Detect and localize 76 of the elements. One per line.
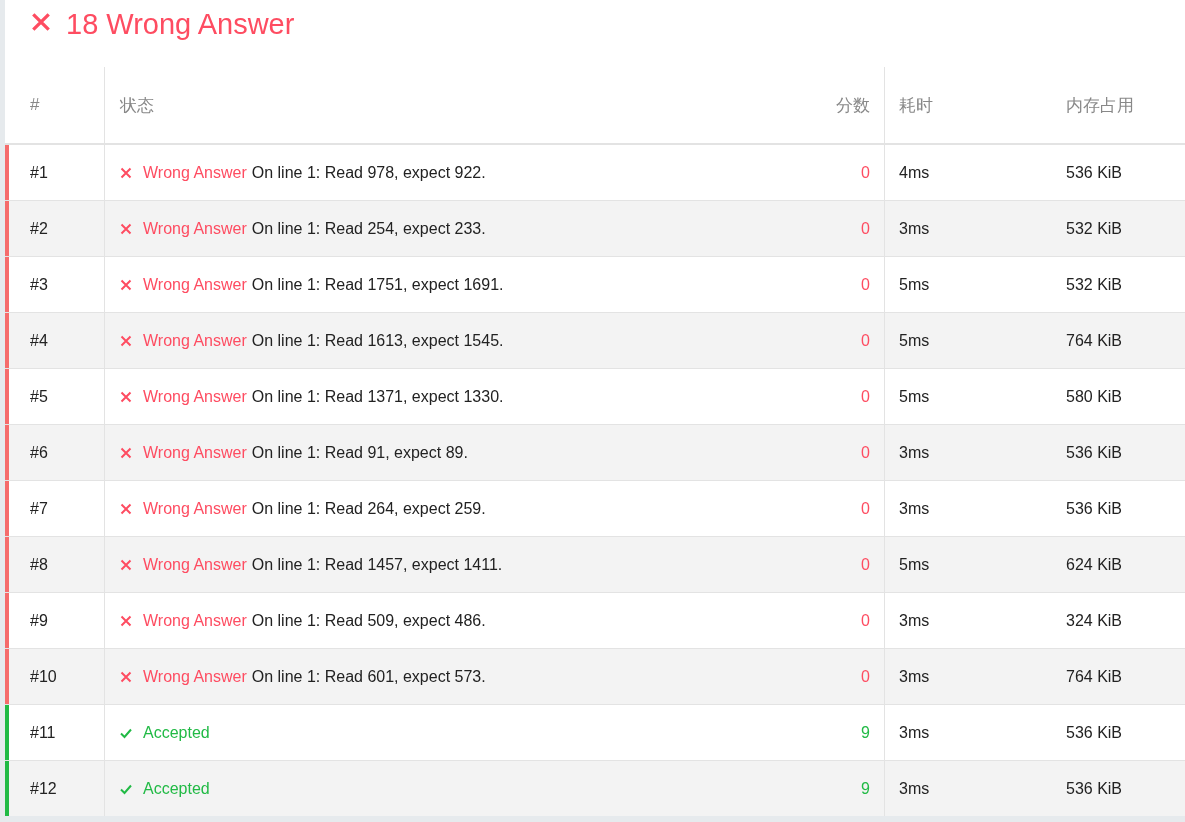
status-text: Wrong Answer — [143, 163, 247, 182]
test-number-cell: #8 — [5, 537, 104, 592]
status-text: Wrong Answer — [143, 387, 247, 406]
status-detail: On line 1: Read 978, expect 922. — [251, 163, 486, 182]
memory-text: 536 KiB — [1066, 163, 1123, 182]
memory-text: 536 KiB — [1066, 723, 1123, 742]
score-text: 0 — [861, 611, 870, 630]
status-text: Accepted — [143, 723, 210, 742]
time-text: 5ms — [899, 387, 930, 406]
status-text: Accepted — [143, 779, 210, 798]
status-detail: On line 1: Read 1751, expect 1691. — [251, 275, 504, 294]
column-header: # — [30, 95, 40, 115]
status-detail: On line 1: Read 1457, expect 1411. — [251, 555, 503, 574]
time-text: 5ms — [899, 555, 930, 574]
test-number-cell: #6 — [5, 425, 104, 480]
score-text: 0 — [861, 331, 870, 350]
status-text: Wrong Answer — [143, 667, 247, 686]
test-number-cell: #5 — [5, 369, 104, 424]
column-header: 分数 — [836, 94, 870, 117]
score-text: 0 — [861, 499, 870, 518]
test-number-cell: #11 — [5, 705, 104, 760]
status-text: Wrong Answer — [143, 611, 247, 630]
memory-text: 764 KiB — [1066, 331, 1123, 350]
test-number-cell: #1 — [5, 145, 104, 200]
memory-text: 324 KiB — [1066, 611, 1123, 630]
time-text: 5ms — [899, 331, 930, 350]
time-text: 3ms — [899, 667, 930, 686]
memory-text: 764 KiB — [1066, 667, 1123, 686]
status-detail: On line 1: Read 264, expect 259. — [251, 499, 486, 518]
time-text: 3ms — [899, 779, 930, 798]
status-detail: On line 1: Read 1613, expect 1545. — [251, 331, 504, 350]
test-number-cell: #10 — [5, 649, 104, 704]
status-detail: On line 1: Read 1371, expect 1330. — [251, 387, 504, 406]
memory-text: 536 KiB — [1066, 779, 1123, 798]
score-text: 0 — [861, 387, 870, 406]
status-text: Wrong Answer — [143, 275, 247, 294]
score-text: 0 — [861, 555, 870, 574]
memory-text: 580 KiB — [1066, 387, 1123, 406]
time-text: 5ms — [899, 275, 930, 294]
test-number-cell: #2 — [5, 201, 104, 256]
time-text: 3ms — [899, 499, 930, 518]
memory-text: 624 KiB — [1066, 555, 1123, 574]
column-header: 状态 — [120, 94, 154, 117]
test-number-cell: #12 — [5, 761, 104, 816]
time-text: 3ms — [899, 219, 930, 238]
status-detail: On line 1: Read 254, expect 233. — [251, 219, 486, 238]
status-text: Wrong Answer — [143, 443, 247, 462]
memory-text: 532 KiB — [1066, 275, 1123, 294]
test-number-cell: #3 — [5, 257, 104, 312]
score-text: 9 — [861, 779, 870, 798]
column-header: 内存占用 — [1066, 94, 1134, 117]
score-text: 0 — [861, 163, 870, 182]
memory-text: 532 KiB — [1066, 219, 1123, 238]
status-text: Wrong Answer — [143, 331, 247, 350]
memory-text: 536 KiB — [1066, 443, 1123, 462]
status-text: Wrong Answer — [143, 219, 247, 238]
score-text: 0 — [861, 275, 870, 294]
score-text: 0 — [861, 667, 870, 686]
test-number-cell: #7 — [5, 481, 104, 536]
time-text: 3ms — [899, 611, 930, 630]
status-detail: On line 1: Read 91, expect 89. — [251, 443, 468, 462]
status-text: Wrong Answer — [143, 499, 247, 518]
status-detail: On line 1: Read 601, expect 573. — [251, 667, 486, 686]
status-text: Wrong Answer — [143, 555, 247, 574]
result-title: 18 Wrong Answer — [66, 8, 295, 40]
test-number-cell: #9 — [5, 593, 104, 648]
time-text: 3ms — [899, 723, 930, 742]
test-number-cell: #4 — [5, 313, 104, 368]
time-text: 3ms — [899, 443, 930, 462]
column-header: 耗时 — [899, 94, 933, 117]
score-text: 0 — [861, 443, 870, 462]
status-detail: On line 1: Read 509, expect 486. — [251, 611, 486, 630]
memory-text: 536 KiB — [1066, 499, 1123, 518]
time-text: 4ms — [899, 163, 930, 182]
score-text: 0 — [861, 219, 870, 238]
score-text: 9 — [861, 723, 870, 742]
